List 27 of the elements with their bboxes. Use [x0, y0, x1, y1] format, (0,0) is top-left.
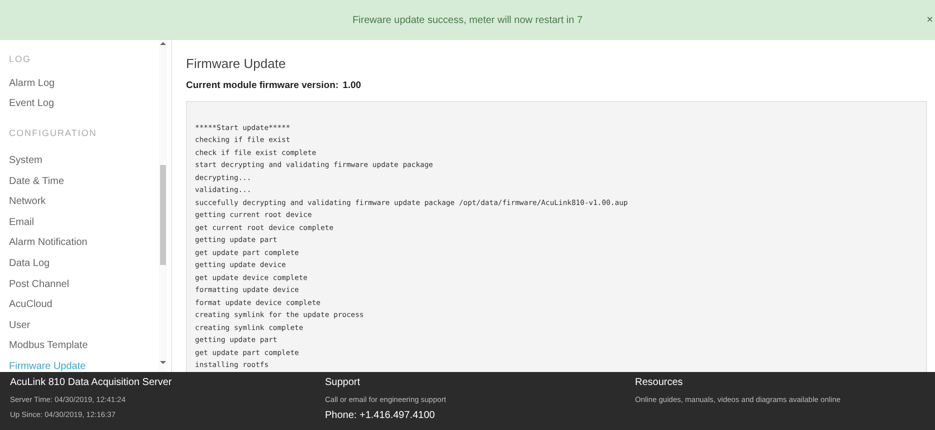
scrollbar[interactable]: [159, 40, 167, 372]
footer-text: Phone: +1.416.497.4100: [325, 410, 435, 422]
banner-message: Fireware update success, meter will now restart in 7: [352, 14, 583, 28]
scroll-down-icon[interactable]: [160, 361, 166, 364]
footer-heading: AcuLink 810 Data Acquisition Server: [10, 376, 172, 390]
section-heading: LOG: [9, 53, 32, 66]
sidebar-item[interactable]: Modbus Template: [9, 336, 88, 356]
footer-heading: Resources: [635, 376, 683, 390]
sidebar-item[interactable]: Alarm Log: [9, 73, 55, 94]
sidebar-item[interactable]: Post Channel: [9, 274, 70, 294]
sidebar-item[interactable]: Data Log: [9, 253, 50, 274]
sidebar-item[interactable]: System: [9, 150, 42, 171]
scrollbar-thumb[interactable]: [160, 165, 166, 265]
sidebar-item[interactable]: Date & Time: [9, 170, 64, 192]
section-heading: CONFIGURATION: [9, 127, 98, 140]
sidebar-item[interactable]: AcuCloud: [9, 294, 52, 315]
sidebar-item[interactable]: Email: [9, 212, 34, 233]
footer-heading: Support: [325, 376, 360, 390]
scroll-up-icon[interactable]: [160, 42, 166, 45]
close-button[interactable]: ×: [926, 14, 933, 26]
version-value: 1.00: [342, 78, 362, 92]
sidebar-item[interactable]: Alarm Notification: [9, 232, 88, 254]
version-label: Current module firmware version:: [186, 78, 339, 92]
sidebar-item[interactable]: User: [9, 314, 30, 336]
page-title: Firmware Update: [186, 55, 286, 73]
sidebar-item[interactable]: Network: [9, 191, 46, 212]
sidebar-item[interactable]: Event Log: [9, 94, 54, 114]
